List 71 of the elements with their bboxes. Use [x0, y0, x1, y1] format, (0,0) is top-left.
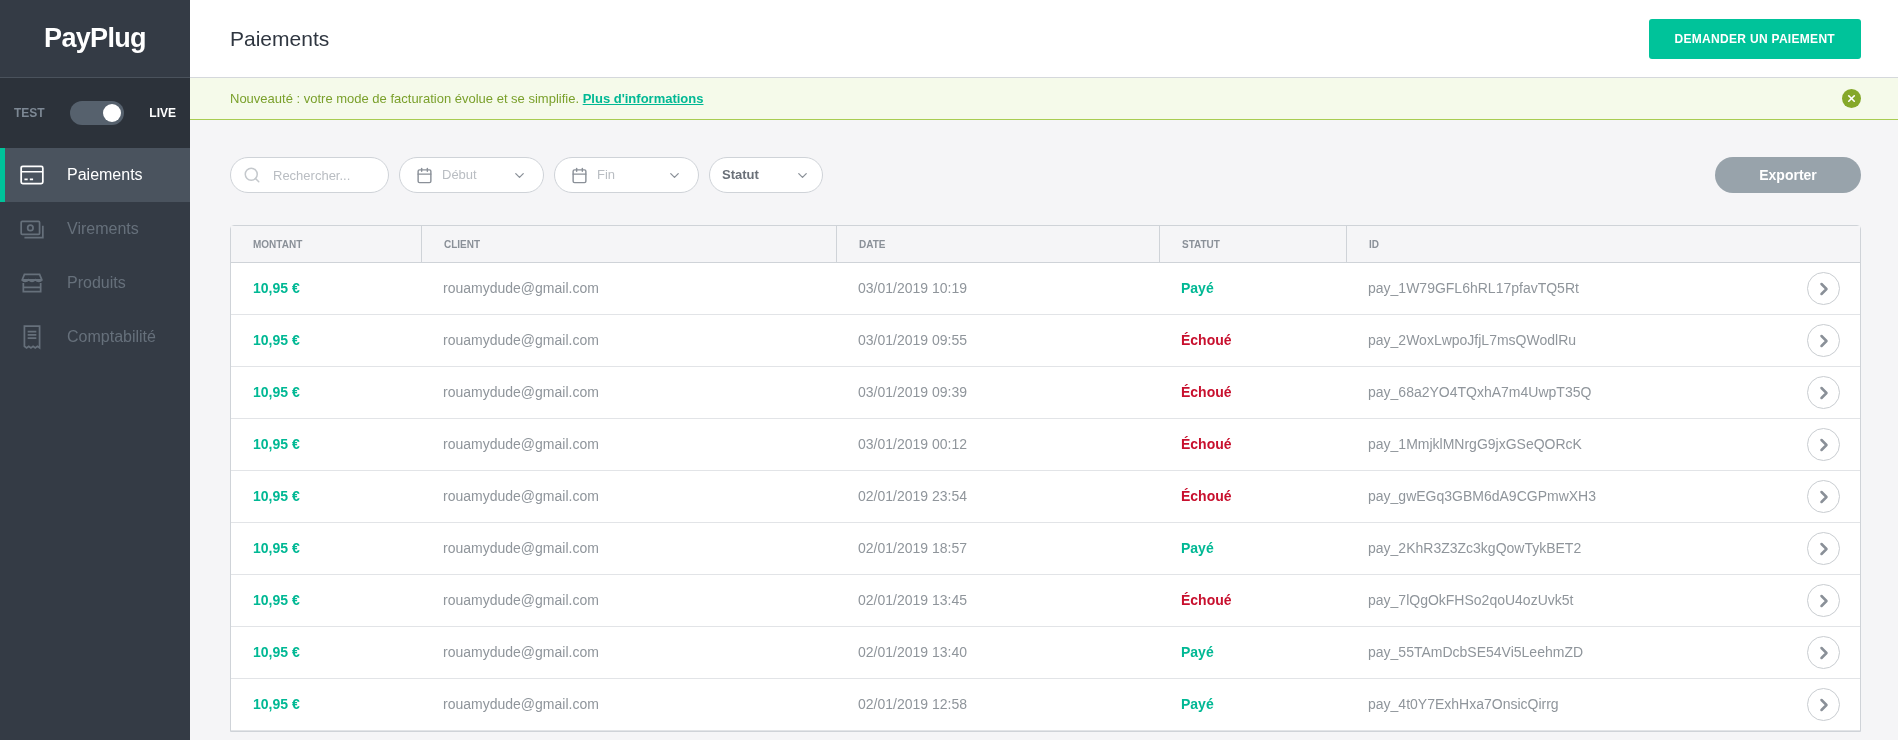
- amount-cell: 10,95 €: [253, 280, 300, 296]
- id-cell-text: pay_7lQgOkFHSo2qoU4ozUvk5t: [1368, 591, 1574, 610]
- id-cell-text: pay_2WoxLwpoJfjL7msQWodlRu: [1368, 331, 1577, 350]
- id-cell-text: pay_1MmjklMNrgG9jxGSeQORcK: [1368, 435, 1582, 454]
- client-cell: rouamydude@gmail.com: [443, 644, 599, 660]
- date-cell: 02/01/2019 13:45: [858, 592, 967, 608]
- client-cell: rouamydude@gmail.com: [443, 696, 599, 712]
- amount-cell: 10,95 €: [253, 644, 300, 660]
- toggle-label: LIVE: [149, 105, 176, 122]
- client-cell: rouamydude@gmail.com: [443, 488, 599, 504]
- id-cell-text: pay_1W79GFL6hRL17pfavTQ5Rt: [1368, 279, 1579, 298]
- request-payment-button[interactable]: DEMANDER UN PAIEMENT: [1648, 18, 1861, 59]
- status-cell: Payé: [1181, 280, 1214, 296]
- date-dropdown[interactable]: Début: [399, 157, 544, 193]
- status-cell: Échoué: [1181, 592, 1232, 608]
- store-icon: [19, 270, 45, 296]
- column-header: DATE: [859, 237, 886, 252]
- date-cell: 02/01/2019 18:57: [858, 540, 967, 556]
- close-button[interactable]: [1842, 89, 1861, 108]
- date-cell: 02/01/2019 13:40: [858, 644, 967, 660]
- amount-cell: 10,95 €: [253, 488, 300, 504]
- page-title: Paiements: [230, 25, 330, 52]
- date-cell: 03/01/2019 10:19: [858, 280, 967, 296]
- status-cell: Échoué: [1181, 384, 1232, 400]
- status-cell: Échoué: [1181, 436, 1232, 452]
- status-dropdown[interactable]: Statut: [709, 157, 823, 193]
- toggle-label: TEST: [14, 105, 45, 122]
- amount-cell: 10,95 €: [253, 592, 300, 608]
- card-icon: [19, 162, 45, 188]
- date-cell: 03/01/2019 00:12: [858, 436, 967, 452]
- amount-cell: 10,95 €: [253, 696, 300, 712]
- sidebar-item[interactable]: Paiements: [0, 148, 190, 202]
- date-cell: 02/01/2019 23:54: [858, 488, 967, 504]
- column-header: CLIENT: [444, 237, 481, 252]
- client-cell: rouamydude@gmail.com: [443, 540, 599, 556]
- id-cell-text: pay_4t0Y7ExhHxa7OnsicQirrg: [1368, 695, 1559, 714]
- id-cell-text: pay_68a2YO4TQxhA7m4UwpT35Q: [1368, 383, 1592, 402]
- id-cell-text: pay_2KhR3Z3Zc3kgQowTykBET2: [1368, 539, 1582, 558]
- column-header: MONTANT: [253, 237, 303, 252]
- date-cell: 03/01/2019 09:55: [858, 332, 967, 348]
- amount-cell: 10,95 €: [253, 436, 300, 452]
- client-cell: rouamydude@gmail.com: [443, 332, 599, 348]
- status-cell: Échoué: [1181, 332, 1232, 348]
- client-cell: rouamydude@gmail.com: [443, 384, 599, 400]
- amount-cell: 10,95 €: [253, 540, 300, 556]
- logo: PayPlug: [44, 22, 146, 56]
- amount-cell: 10,95 €: [253, 332, 300, 348]
- date-cell: 03/01/2019 09:39: [858, 384, 967, 400]
- info-link[interactable]: Plus d'informations: [582, 90, 704, 106]
- export-button[interactable]: Exporter: [1715, 157, 1861, 193]
- banner-text: Nouveauté : votre mode de facturation évolue et se simplifie. Plus d'informations: [230, 89, 704, 108]
- column-header: ID: [1369, 237, 1379, 252]
- close-icon: [1846, 93, 1857, 104]
- status-cell: Payé: [1181, 696, 1214, 712]
- status-cell: Payé: [1181, 540, 1214, 556]
- client-cell: rouamydude@gmail.com: [443, 436, 599, 452]
- column-header: STATUT: [1182, 237, 1220, 252]
- search-field[interactable]: Rechercher...: [230, 157, 389, 193]
- mode-toggle[interactable]: [70, 101, 124, 125]
- amount-cell: 10,95 €: [253, 384, 300, 400]
- date-cell: 02/01/2019 12:58: [858, 696, 967, 712]
- date-dropdown[interactable]: Fin: [554, 157, 699, 193]
- status-cell: Payé: [1181, 644, 1214, 660]
- id-cell-text: pay_gwEGq3GBM6dA9CGPmwXH3: [1368, 487, 1596, 506]
- calendar-icon: [571, 166, 588, 184]
- search-icon: [243, 166, 261, 184]
- id-cell-text: pay_55TAmDcbSE54Vi5LeehmZD: [1368, 643, 1584, 662]
- status-cell: Échoué: [1181, 488, 1232, 504]
- calendar-icon: [416, 166, 433, 184]
- client-cell: rouamydude@gmail.com: [443, 280, 599, 296]
- client-cell: rouamydude@gmail.com: [443, 592, 599, 608]
